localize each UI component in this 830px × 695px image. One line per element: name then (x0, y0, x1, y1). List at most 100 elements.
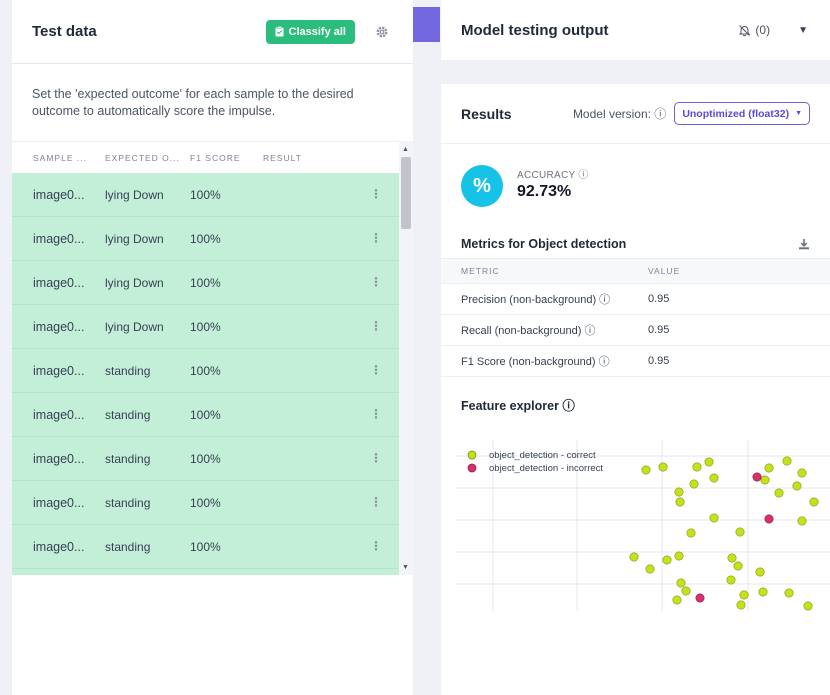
more-options-icon[interactable]: ⋮ (370, 539, 382, 553)
point-correct[interactable] (645, 564, 655, 574)
results-title: Results (461, 105, 512, 122)
sample-name: image0... (33, 275, 85, 290)
sample-table-body: image0... lying Down 100% ⋮ image0... lying … (12, 173, 399, 575)
column-header-f1[interactable]: F1 SCORE (190, 153, 263, 163)
classify-all-label: Classify all (288, 25, 346, 38)
point-correct[interactable] (735, 527, 745, 537)
output-title: Model testing output (461, 21, 609, 39)
column-header-value: VALUE (648, 266, 681, 276)
table-row[interactable] (12, 569, 399, 575)
point-incorrect[interactable] (752, 472, 762, 482)
metric-row: F1 Score (non-background) ⓘ 0.95 (441, 346, 830, 377)
table-row[interactable]: image0... standing 100% ⋮ (12, 437, 399, 481)
expected-outcome: standing (105, 451, 151, 466)
table-row[interactable]: image0... standing 100% ⋮ (12, 481, 399, 525)
gear-icon[interactable] (375, 25, 389, 39)
point-correct[interactable] (658, 462, 668, 472)
point-correct[interactable] (681, 586, 691, 596)
column-header-result[interactable]: RESULT (263, 153, 302, 163)
table-row[interactable]: image0... standing 100% ⋮ (12, 525, 399, 569)
classify-all-button[interactable]: Classify all (265, 19, 355, 44)
point-correct[interactable] (784, 588, 794, 598)
point-correct[interactable] (676, 578, 686, 588)
clipboard-icon (275, 26, 284, 37)
point-correct[interactable] (704, 457, 714, 467)
scroll-up-icon[interactable]: ▲ (402, 146, 409, 153)
point-correct[interactable] (727, 553, 737, 563)
chevron-down-icon[interactable]: ▼ (798, 25, 808, 36)
point-correct[interactable] (692, 462, 702, 472)
sample-name: image0... (33, 363, 85, 378)
point-incorrect[interactable] (764, 514, 774, 524)
column-header-expected[interactable]: EXPECTED O... (102, 153, 190, 163)
column-header-sample[interactable]: SAMPLE ... (12, 153, 102, 163)
expected-outcome: standing (105, 495, 151, 510)
sample-name: image0... (33, 451, 85, 466)
point-correct[interactable] (709, 513, 719, 523)
more-options-icon[interactable]: ⋮ (370, 495, 382, 509)
model-testing-header: Model testing output (0) ▼ (441, 0, 830, 60)
point-correct[interactable] (760, 475, 770, 485)
point-incorrect[interactable] (695, 593, 705, 603)
bell-off-icon (739, 24, 751, 36)
metrics-table-header: METRIC VALUE (441, 258, 830, 284)
point-correct[interactable] (797, 516, 807, 526)
point-correct[interactable] (736, 600, 746, 610)
more-options-icon[interactable]: ⋮ (370, 319, 382, 333)
more-options-icon[interactable]: ⋮ (370, 407, 382, 421)
f1-score: 100% (190, 407, 221, 422)
table-row[interactable]: image0... lying Down 100% ⋮ (12, 305, 399, 349)
point-correct[interactable] (686, 528, 696, 538)
point-correct[interactable] (774, 488, 784, 498)
point-correct[interactable] (726, 575, 736, 585)
more-options-icon[interactable]: ⋮ (370, 363, 382, 377)
point-correct[interactable] (629, 552, 639, 562)
point-correct[interactable] (733, 561, 743, 571)
f1-score: 100% (190, 319, 221, 334)
point-correct[interactable] (758, 587, 768, 597)
point-correct[interactable] (764, 463, 774, 473)
table-row[interactable]: image0... standing 100% ⋮ (12, 393, 399, 437)
table-row[interactable]: image0... lying Down 100% ⋮ (12, 217, 399, 261)
legend-swatch-correct (467, 450, 477, 460)
legend-swatch-incorrect (467, 463, 477, 473)
more-options-icon[interactable]: ⋮ (370, 231, 382, 245)
point-correct[interactable] (755, 567, 765, 577)
column-header-metric: METRIC (461, 266, 500, 276)
notifications-toggle[interactable]: (0) (738, 23, 770, 37)
point-correct[interactable] (803, 601, 813, 611)
table-row[interactable]: image0... lying Down 100% ⋮ (12, 173, 399, 217)
more-options-icon[interactable]: ⋮ (370, 187, 382, 201)
point-correct[interactable] (782, 456, 792, 466)
scrollbar-thumb[interactable] (401, 157, 411, 229)
table-row[interactable]: image0... standing 100% ⋮ (12, 349, 399, 393)
f1-score: 100% (190, 187, 221, 202)
panel-title: Test data (32, 23, 97, 40)
point-correct[interactable] (674, 487, 684, 497)
more-options-icon[interactable]: ⋮ (370, 451, 382, 465)
download-icon[interactable] (798, 238, 810, 250)
point-correct[interactable] (797, 468, 807, 478)
metric-name: F1 Score (non-background) ⓘ (461, 356, 610, 368)
point-correct[interactable] (674, 551, 684, 561)
expected-outcome: lying Down (105, 187, 164, 202)
point-correct[interactable] (641, 465, 651, 475)
model-version-select[interactable]: Unoptimized (float32) ▼ (674, 102, 810, 125)
point-correct[interactable] (739, 590, 749, 600)
point-correct[interactable] (709, 473, 719, 483)
point-correct[interactable] (809, 497, 819, 507)
more-options-icon[interactable]: ⋮ (370, 275, 382, 289)
sample-name: image0... (33, 539, 85, 554)
point-correct[interactable] (662, 555, 672, 565)
point-correct[interactable] (792, 481, 802, 491)
point-correct[interactable] (689, 479, 699, 489)
legend-label-incorrect: object_detection - incorrect (489, 463, 603, 474)
point-correct[interactable] (672, 595, 682, 605)
f1-score: 100% (190, 495, 221, 510)
scroll-down-icon[interactable]: ▼ (402, 564, 409, 571)
point-correct[interactable] (675, 497, 685, 507)
feature-explorer-plot[interactable]: object_detection - correct object_detect… (456, 440, 830, 611)
model-version-label: Model version: ⓘ (572, 107, 667, 121)
table-row[interactable]: image0... lying Down 100% ⋮ (12, 261, 399, 305)
expected-outcome: lying Down (105, 231, 164, 246)
